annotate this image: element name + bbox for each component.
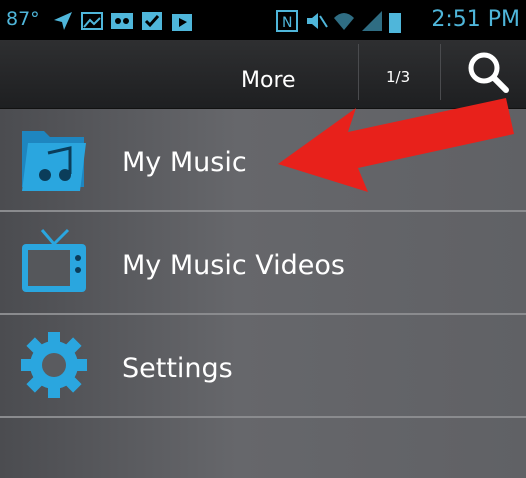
battery-icon (389, 13, 401, 33)
annotation-arrow-icon (278, 98, 514, 192)
voicemail-icon (111, 13, 133, 29)
menu-item-my-music-videos[interactable]: My Music Videos (0, 212, 526, 315)
gear-icon (21, 332, 87, 398)
gallery-icon (81, 12, 103, 30)
task-check-icon (142, 12, 162, 30)
location-arrow-icon (54, 12, 72, 30)
svg-text:N: N (282, 15, 292, 31)
tv-icon (22, 228, 86, 292)
menu-item-label: My Music Videos (122, 250, 345, 281)
nfc-icon: N (276, 10, 298, 32)
wifi-icon (334, 13, 354, 30)
menu-item-label: Settings (122, 353, 233, 384)
empty-list-area (0, 418, 526, 478)
page-indicator[interactable]: 1/3 (386, 68, 410, 86)
temperature-indicator: 87° (6, 8, 40, 30)
page-title: More (241, 68, 296, 93)
play-store-icon (172, 14, 192, 31)
mute-icon (307, 13, 328, 29)
music-folder-icon (22, 131, 86, 191)
clock: 2:51 PM (431, 7, 520, 32)
search-icon[interactable] (466, 50, 510, 94)
menu-item-label: My Music (122, 147, 247, 178)
signal-icon (362, 11, 382, 31)
menu-item-settings[interactable]: Settings (0, 315, 526, 418)
status-bar: 87° N 2:51 PM (0, 0, 526, 40)
